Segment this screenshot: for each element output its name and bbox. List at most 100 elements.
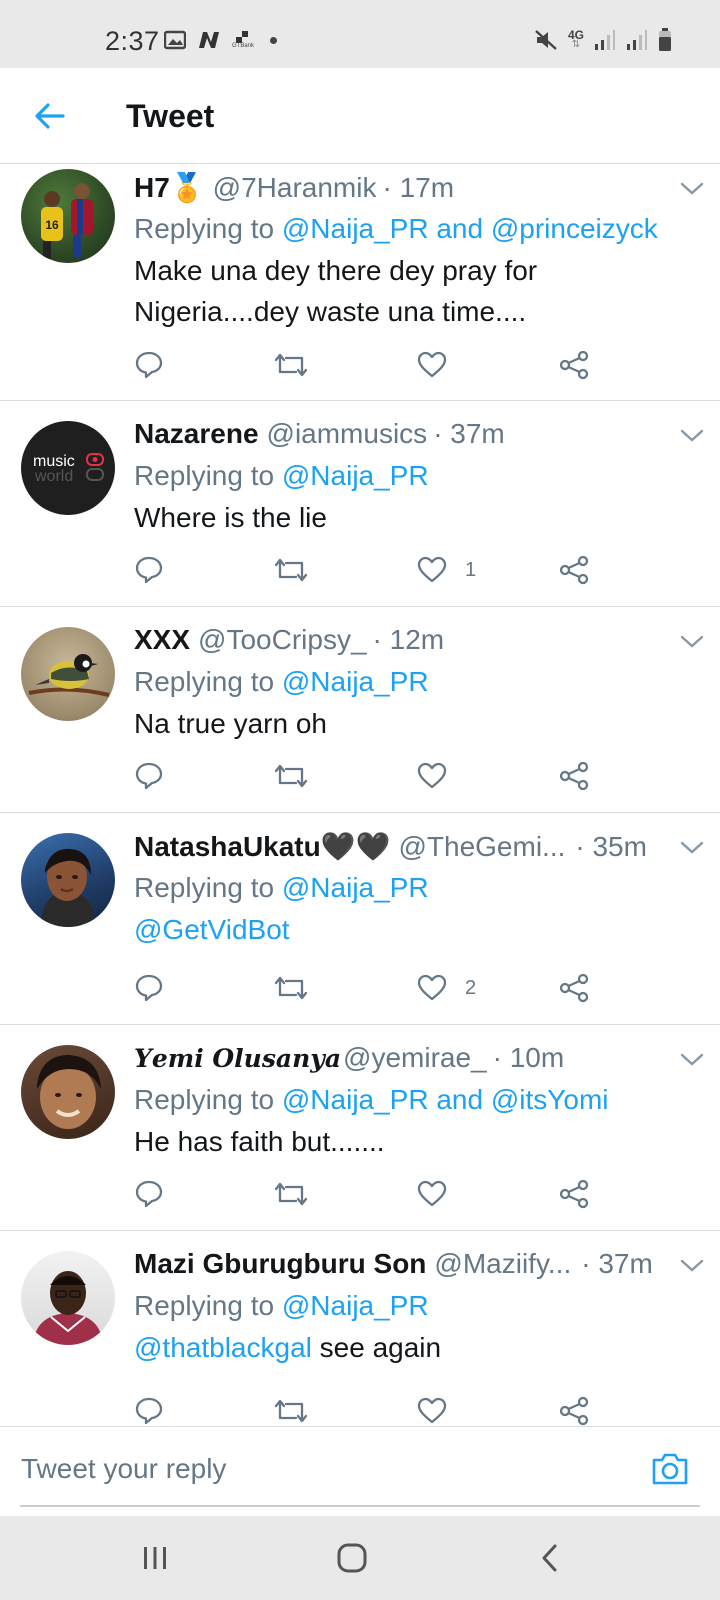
- username[interactable]: @TheGemi...: [398, 831, 565, 863]
- reply-button[interactable]: [134, 968, 164, 1008]
- avatar[interactable]: [21, 627, 115, 721]
- like-button[interactable]: 1: [417, 550, 476, 590]
- retweet-button[interactable]: [274, 756, 308, 796]
- heart-icon: [417, 762, 447, 789]
- share-button[interactable]: [559, 756, 589, 796]
- share-icon: [559, 350, 589, 380]
- chevron-down-icon[interactable]: [678, 1251, 706, 1279]
- page-title: Tweet: [126, 98, 215, 134]
- like-button[interactable]: [417, 1174, 465, 1214]
- like-count: 2: [465, 976, 477, 999]
- avatar[interactable]: [21, 1045, 115, 1139]
- like-button[interactable]: [417, 756, 465, 796]
- reply-button[interactable]: [134, 1174, 164, 1214]
- retweet-icon: [274, 976, 308, 1000]
- timestamp: · 12m: [372, 624, 445, 655]
- replying-label: Replying to: [134, 872, 282, 903]
- replying-to: Replying to @Naija_PR and @itsYomi: [134, 1084, 700, 1116]
- chevron-down-icon[interactable]: [678, 833, 706, 861]
- like-button[interactable]: [417, 345, 465, 385]
- share-icon: [559, 761, 589, 791]
- retweet-button[interactable]: [274, 968, 308, 1008]
- chevron-down-icon[interactable]: [678, 1045, 706, 1073]
- username[interactable]: @iammusics: [267, 418, 428, 450]
- display-name[interactable]: NatashaUkatu🖤🖤: [134, 830, 390, 863]
- recent-apps-button[interactable]: [135, 1540, 175, 1576]
- tweet-item[interactable]: 16 H7🏅 @7Haranmik · 17m Replying to @Nai…: [0, 164, 720, 401]
- mute-icon: [535, 30, 557, 50]
- retweet-icon: [274, 558, 308, 582]
- mention-link[interactable]: @Naija_PR: [282, 872, 429, 903]
- mention-link[interactable]: @Naija_PR: [282, 666, 429, 697]
- replying-label: Replying to: [134, 460, 282, 491]
- username[interactable]: @7Haranmik: [213, 172, 377, 204]
- mention-link[interactable]: @Naija_PR: [282, 460, 429, 491]
- mention-link[interactable]: @thatblackgal: [134, 1332, 312, 1363]
- mention-link[interactable]: @Naija_PR: [282, 1290, 429, 1321]
- reply-button[interactable]: [134, 345, 164, 385]
- tweet-item[interactable]: music world Nazarene @iammusics · 37m Re…: [0, 401, 720, 607]
- svg-text:16: 16: [45, 218, 59, 232]
- display-name[interactable]: XXX: [134, 624, 190, 656]
- display-name[interactable]: Nazarene: [134, 418, 259, 450]
- like-button[interactable]: 2: [417, 968, 476, 1008]
- username[interactable]: @yemirae_: [343, 1042, 487, 1074]
- chevron-down-icon[interactable]: [678, 421, 706, 449]
- replying-to: Replying to @Naija_PR: [134, 460, 700, 492]
- heart-icon: [417, 1180, 447, 1207]
- reply-button[interactable]: [134, 550, 164, 590]
- display-name[interactable]: Mazi Gburugburu Son: [134, 1248, 426, 1280]
- back-button[interactable]: [28, 94, 72, 138]
- display-name[interactable]: H7🏅: [134, 171, 205, 204]
- reply-input[interactable]: [21, 1449, 581, 1489]
- like-count: 1: [465, 558, 477, 581]
- avatar[interactable]: music world: [21, 421, 115, 515]
- reply-button[interactable]: [134, 1391, 164, 1426]
- signal-icon: [595, 30, 615, 50]
- avatar[interactable]: 16: [21, 169, 115, 263]
- camera-button[interactable]: [650, 1451, 690, 1487]
- avatar[interactable]: [21, 1251, 115, 1345]
- gtbank-label: GTBank: [232, 43, 255, 49]
- home-button[interactable]: [332, 1540, 372, 1576]
- share-button[interactable]: [559, 345, 589, 385]
- share-button[interactable]: [559, 1391, 589, 1426]
- retweet-button[interactable]: [274, 1174, 308, 1214]
- share-button[interactable]: [559, 968, 589, 1008]
- tweet-actions: 2: [134, 968, 604, 1008]
- username[interactable]: @TooCripsy_: [198, 624, 366, 656]
- share-button[interactable]: [559, 550, 589, 590]
- tweet-actions: [134, 1391, 604, 1426]
- replying-to: Replying to @Naija_PR: [134, 1290, 700, 1322]
- display-name[interactable]: 𝒀𝒆𝒎𝒊 𝑶𝒍𝒖𝒔𝒂𝒏𝒚𝒂: [134, 1044, 341, 1073]
- chevron-down-icon[interactable]: [678, 627, 706, 655]
- reply-icon: [135, 1180, 163, 1208]
- username[interactable]: @Maziify...: [434, 1248, 571, 1280]
- mention-link[interactable]: @Naija_PR and @itsYomi: [282, 1084, 609, 1115]
- heart-icon: [417, 1397, 447, 1424]
- share-icon: [559, 1179, 589, 1209]
- tweet-item[interactable]: 𝒀𝒆𝒎𝒊 𝑶𝒍𝒖𝒔𝒂𝒏𝒚𝒂 @yemirae_ · 10m Replying t…: [0, 1025, 720, 1231]
- tweet-item[interactable]: NatashaUkatu🖤🖤 @TheGemi... · 35m Replyin…: [0, 813, 720, 1025]
- retweet-icon: [274, 1399, 308, 1423]
- mention-link[interactable]: @Naija_PR and @princeizyck: [282, 213, 658, 244]
- tweet-text: He has faith but.......: [134, 1126, 385, 1157]
- tweet-item[interactable]: XXX @TooCripsy_ · 12m Replying to @Naija…: [0, 607, 720, 813]
- tweet-text: Make una dey there dey pray for Nigeria.…: [134, 255, 538, 327]
- chevron-down-icon[interactable]: [678, 174, 706, 202]
- share-button[interactable]: [559, 1174, 589, 1214]
- avatar[interactable]: [21, 833, 115, 927]
- tweet-item[interactable]: Mazi Gburugburu Son @Maziify... · 37m Re…: [0, 1231, 720, 1426]
- mention-link[interactable]: @GetVidBot: [134, 914, 290, 945]
- system-icons: 4G ⇅: [534, 28, 672, 52]
- retweet-button[interactable]: [274, 1391, 308, 1426]
- reply-button[interactable]: [134, 756, 164, 796]
- retweet-button[interactable]: [274, 345, 308, 385]
- replies-feed[interactable]: 16 H7🏅 @7Haranmik · 17m Replying to @Nai…: [0, 164, 720, 1426]
- tweet-header: NatashaUkatu🖤🖤 @TheGemi... · 35m: [134, 830, 700, 866]
- retweet-button[interactable]: [274, 550, 308, 590]
- timestamp: · 35m: [575, 831, 647, 862]
- back-nav-button[interactable]: [530, 1540, 570, 1576]
- like-button[interactable]: [417, 1391, 465, 1426]
- reply-icon: [135, 351, 163, 379]
